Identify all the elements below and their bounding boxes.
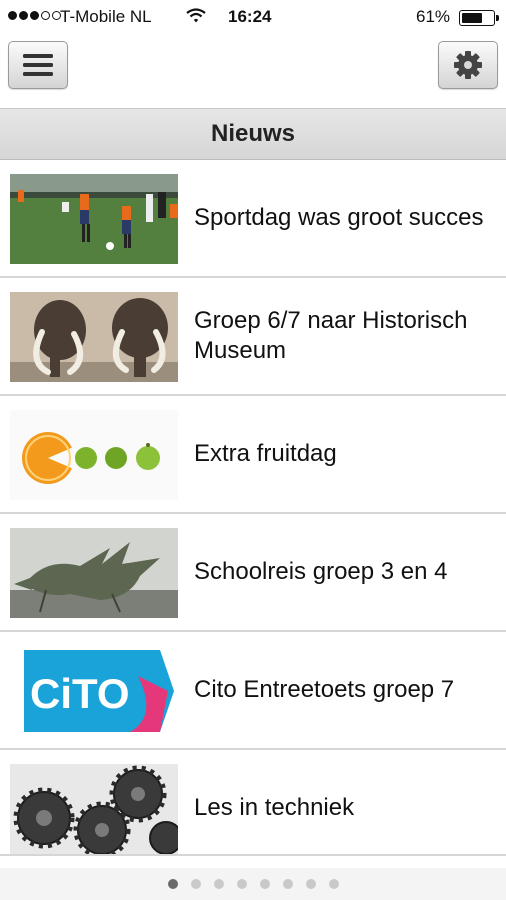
news-title: Extra fruitdag — [194, 440, 337, 467]
gear-icon — [454, 51, 482, 79]
news-title: Groep 6/7 naar Historisch Museum — [194, 307, 468, 364]
page-dot[interactable] — [305, 879, 316, 889]
menu-button[interactable] — [8, 41, 68, 89]
signal-strength-icon — [8, 11, 61, 20]
section-title: Nieuws — [210, 120, 296, 147]
news-title: Les in techniek — [194, 794, 355, 821]
page-dot[interactable] — [328, 879, 339, 889]
news-item[interactable]: Sportdag was groot succes — [0, 160, 506, 278]
page-dot[interactable] — [236, 879, 247, 889]
page-dot[interactable] — [213, 879, 224, 889]
news-item[interactable]: Groep 6/7 naar Historisch Museum — [0, 278, 506, 396]
page-dot[interactable] — [190, 879, 201, 889]
carrier-name: T-Mobile NL — [60, 7, 152, 26]
fruit-photo-thumbnail — [10, 410, 178, 500]
news-item[interactable]: Extra fruitdag — [0, 396, 506, 514]
mammoth-photo-thumbnail — [10, 292, 178, 382]
gears-photo-thumbnail — [10, 764, 178, 854]
football-photo-thumbnail — [10, 174, 178, 264]
news-title: Sportdag was groot succes — [194, 204, 484, 231]
news-list: Sportdag was groot succes Groep 6/7 naar… — [0, 160, 506, 856]
news-title: Cito Entreetoets groep 7 — [194, 676, 455, 703]
hamburger-menu-icon — [23, 54, 53, 76]
clock: 16:24 — [228, 7, 272, 26]
page-dot[interactable] — [167, 879, 178, 889]
battery-percentage: 61% — [416, 7, 451, 26]
news-item[interactable]: Les in techniek — [0, 750, 506, 856]
page-dot[interactable] — [282, 879, 293, 889]
toolbar — [0, 34, 506, 108]
wifi-icon — [186, 8, 206, 29]
news-item[interactable]: CiTO Cito Entreetoets groep 7 — [0, 632, 506, 750]
cito-logo-text: CiTO — [30, 670, 130, 717]
news-item[interactable]: Schoolreis groep 3 en 4 — [0, 514, 506, 632]
dragon-photo-thumbnail — [10, 528, 178, 618]
battery-icon — [459, 10, 499, 26]
cito-logo-thumbnail: CiTO — [10, 646, 178, 736]
settings-button[interactable] — [438, 41, 498, 89]
section-header: Nieuws — [0, 108, 506, 160]
status-bar: T-Mobile NL 16:24 61% — [0, 0, 506, 34]
news-title: Schoolreis groep 3 en 4 — [194, 558, 448, 585]
page-dot[interactable] — [259, 879, 270, 889]
page-indicator[interactable] — [0, 868, 506, 900]
